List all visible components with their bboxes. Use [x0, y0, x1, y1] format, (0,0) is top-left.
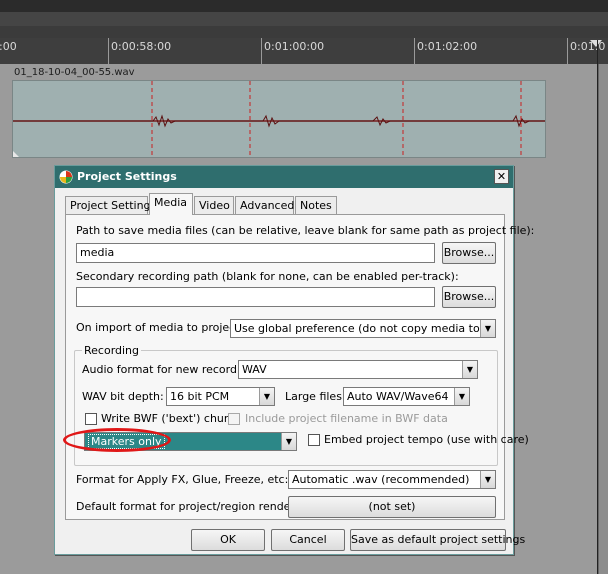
reaper-logo-icon	[59, 170, 73, 184]
tab-video[interactable]: Video	[194, 196, 234, 214]
ruler-tick: 0:01:0	[567, 38, 605, 64]
chevron-down-icon[interactable]: ▼	[454, 388, 469, 405]
apply-fx-format-label: Format for Apply FX, Glue, Freeze, etc:	[76, 473, 289, 486]
edit-cursor	[597, 40, 598, 574]
on-import-label: On import of media to project:	[76, 321, 244, 334]
secondary-path-input[interactable]	[76, 287, 435, 307]
bit-depth-select[interactable]: 16 bit PCM ▼	[166, 387, 275, 406]
large-files-select[interactable]: Auto WAV/Wave64 ▼	[343, 387, 470, 406]
ruler-tick: 0:01:02:00	[414, 38, 477, 64]
chevron-down-icon[interactable]: ▼	[462, 361, 477, 378]
include-filename-label: Include project filename in BWF data	[245, 412, 448, 425]
chevron-down-icon[interactable]: ▼	[480, 471, 495, 488]
audio-format-label: Audio format for new recordings:	[82, 363, 264, 376]
default-render-format-button[interactable]: (not set)	[288, 496, 496, 518]
large-files-label: Large files:	[285, 390, 346, 403]
bit-depth-label: WAV bit depth:	[82, 390, 164, 403]
apply-fx-format-value: Automatic .wav (recommended)	[292, 473, 470, 486]
write-bwf-label: Write BWF ('bext') chunk	[101, 412, 238, 425]
toolbar-strip	[0, 0, 608, 12]
default-render-label: Default format for project/region render…	[76, 500, 299, 513]
embed-tempo-checkbox[interactable]	[308, 434, 320, 446]
project-settings-dialog: Project Settings ✕ Project Settings Medi…	[54, 165, 534, 555]
waveform	[13, 81, 545, 157]
browse-secondary-path-button[interactable]: Browse...	[442, 286, 496, 308]
browse-media-path-button[interactable]: Browse...	[442, 242, 496, 264]
media-tab-panel: Path to save media files (can be relativ…	[65, 214, 534, 520]
chevron-down-icon[interactable]: ▼	[480, 320, 495, 337]
apply-fx-format-select[interactable]: Automatic .wav (recommended) ▼	[288, 470, 496, 489]
close-icon[interactable]: ✕	[494, 169, 509, 184]
include-filename-checkbox[interactable]	[228, 413, 240, 425]
tab-media[interactable]: Media	[149, 193, 193, 215]
playhead-marker-icon[interactable]	[590, 40, 602, 47]
embed-tempo-label: Embed project tempo (use with care)	[324, 433, 529, 446]
audio-format-value: WAV	[242, 363, 267, 376]
tab-notes[interactable]: Notes	[295, 196, 337, 214]
daw-toolbar	[0, 0, 608, 38]
cancel-button[interactable]: Cancel	[271, 529, 345, 551]
secondary-path-label: Secondary recording path (blank for none…	[76, 270, 459, 283]
media-item[interactable]	[12, 80, 546, 158]
chevron-down-icon[interactable]: ▼	[281, 433, 296, 450]
tab-project-settings[interactable]: Project Settings	[65, 196, 156, 214]
toolbar-strip-lower	[0, 12, 608, 26]
save-as-default-button[interactable]: Save as default project settings	[350, 529, 525, 551]
dialog-title: Project Settings	[77, 170, 177, 183]
annotation-oval	[63, 428, 171, 452]
dialog-titlebar[interactable]: Project Settings ✕	[55, 166, 513, 188]
media-path-input[interactable]: media	[76, 243, 435, 263]
mixer-edge	[598, 64, 608, 574]
ok-button[interactable]: OK	[191, 529, 265, 551]
on-import-select[interactable]: Use global preference (do not copy media…	[230, 319, 496, 338]
bit-depth-value: 16 bit PCM	[170, 390, 230, 403]
recording-group-title: Recording	[82, 344, 142, 357]
write-bwf-checkbox[interactable]	[85, 413, 97, 425]
audio-format-select[interactable]: WAV ▼	[238, 360, 478, 379]
tab-advanced[interactable]: Advanced	[235, 196, 294, 214]
on-import-value: Use global preference (do not copy media…	[234, 322, 496, 335]
media-item-name: 01_18-10-04_00-55.wav	[14, 67, 135, 78]
large-files-value: Auto WAV/Wave64	[347, 390, 449, 403]
timeline-ruler[interactable]: :00 0:00:58:00 0:01:00:00 0:01:02:00 0:0…	[0, 38, 608, 64]
media-path-label: Path to save media files (can be relativ…	[76, 224, 535, 237]
ruler-tick: 0:01:00:00	[261, 38, 324, 64]
ruler-tick: 0:00:58:00	[108, 38, 171, 64]
chevron-down-icon[interactable]: ▼	[259, 388, 274, 405]
